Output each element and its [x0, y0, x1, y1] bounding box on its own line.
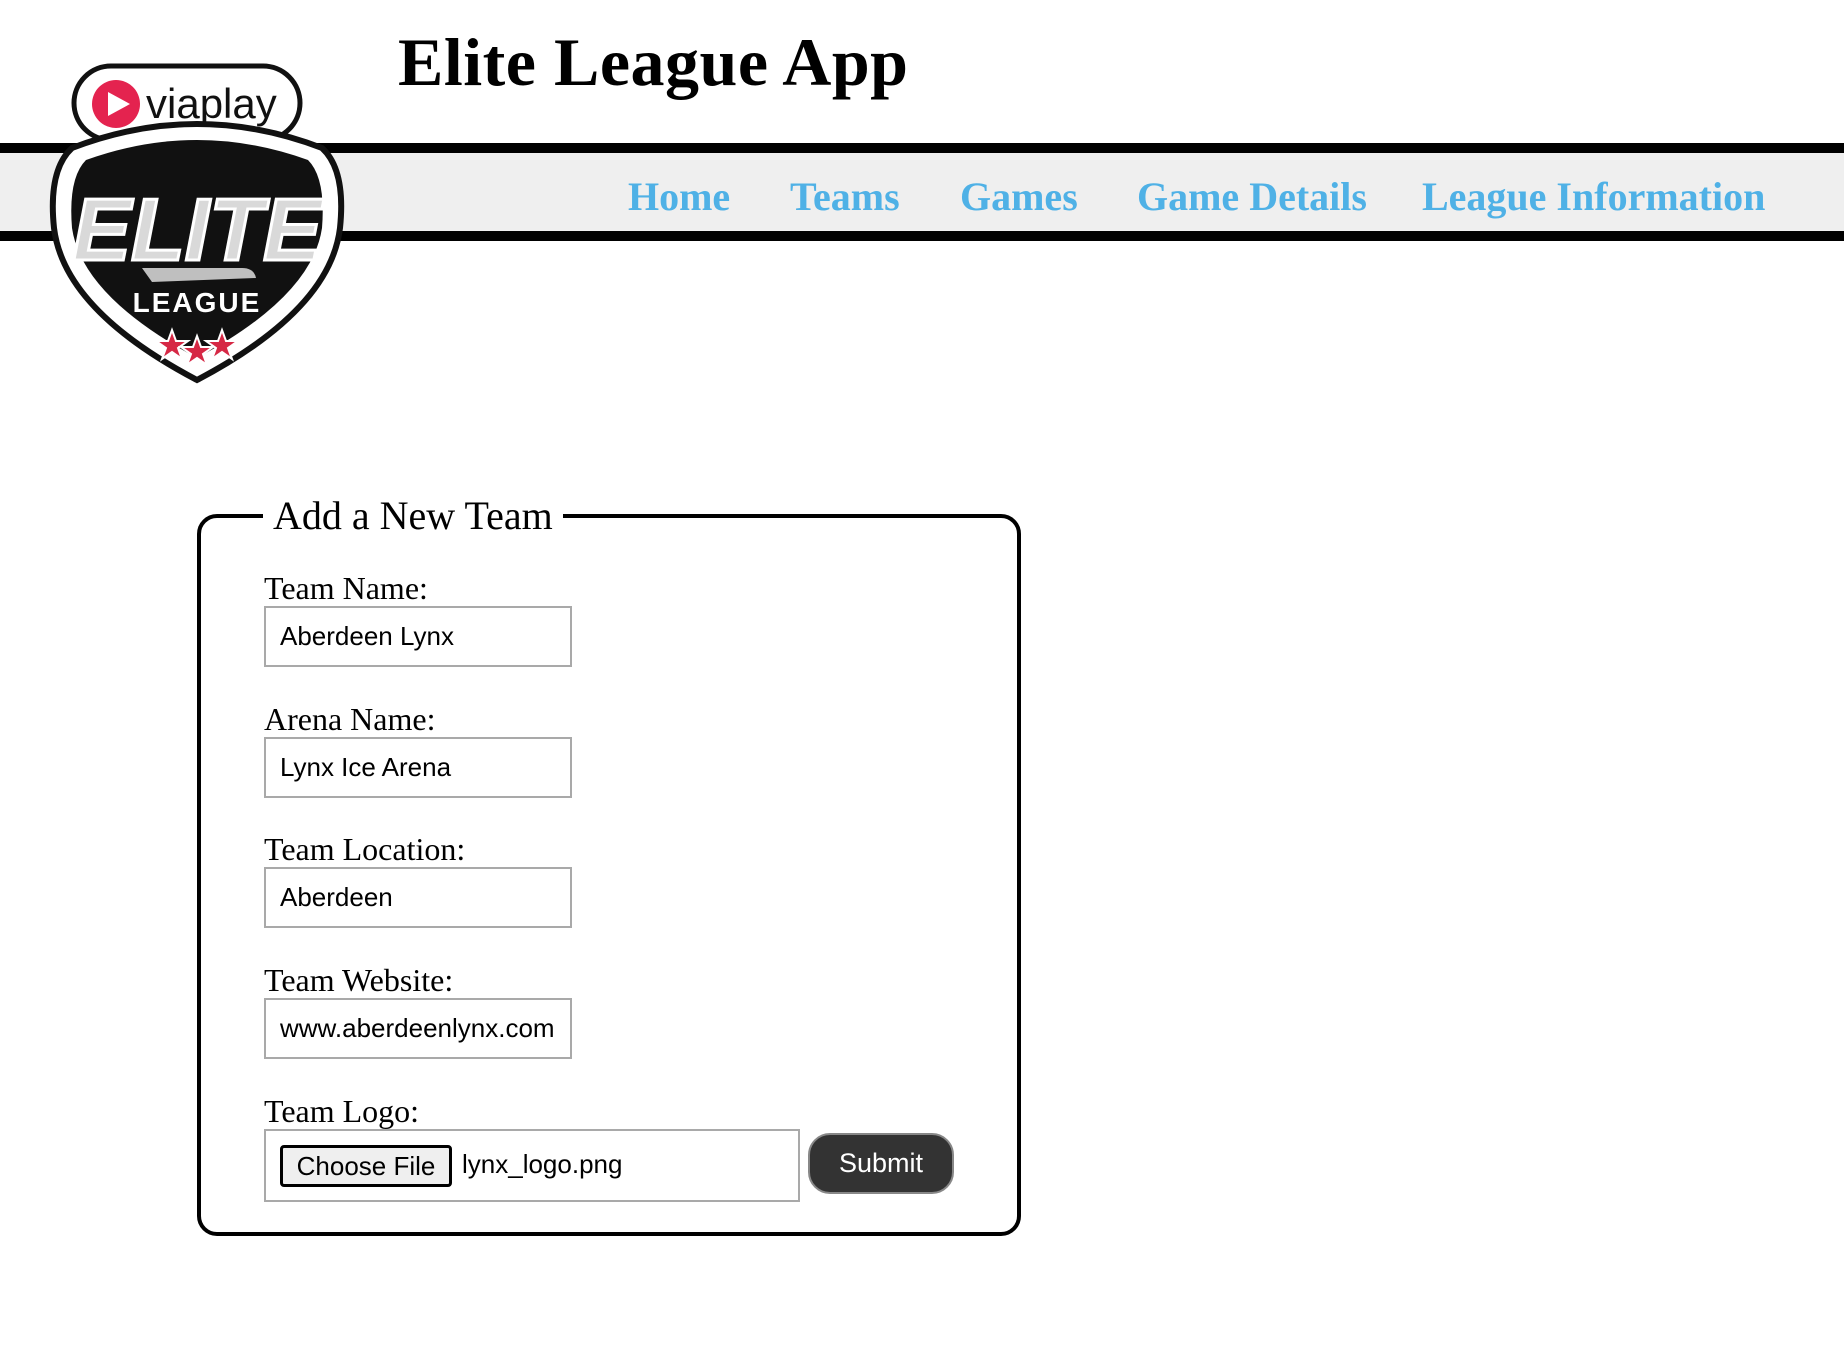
form-legend: Add a New Team: [273, 493, 553, 538]
choose-file-button[interactable]: Choose File: [280, 1145, 452, 1187]
nav-home-link[interactable]: Home: [628, 177, 730, 217]
team-website-label: Team Website:: [264, 962, 454, 998]
elite-league-logo-overlay: viaplay ELITE LEAGUE: [49, 63, 345, 384]
team-location-input[interactable]: [264, 867, 572, 928]
team-logo-label: Team Logo:: [264, 1093, 420, 1129]
nav-games-link[interactable]: Games: [960, 177, 1078, 217]
svg-text:LEAGUE: LEAGUE: [133, 287, 262, 318]
page: viaplay ELITE LEAGUE Elite League App Ho…: [0, 0, 1844, 1370]
team-name-label: Team Name:: [264, 570, 428, 606]
submit-button[interactable]: Submit: [808, 1133, 954, 1194]
team-logo-file-input[interactable]: Choose File lynx_logo.png: [264, 1129, 800, 1202]
arena-name-input[interactable]: [264, 737, 572, 798]
svg-text:viaplay: viaplay: [146, 80, 277, 127]
team-location-label: Team Location:: [264, 831, 466, 867]
svg-text:ELITE: ELITE: [72, 180, 324, 279]
team-name-input[interactable]: [264, 606, 572, 667]
nav-league-information-link[interactable]: League Information: [1422, 177, 1765, 217]
team-website-input[interactable]: [264, 998, 572, 1059]
nav-teams-link[interactable]: Teams: [790, 177, 900, 217]
arena-name-label: Arena Name:: [264, 701, 436, 737]
selected-file-name: lynx_logo.png: [462, 1149, 623, 1179]
nav-game-details-link[interactable]: Game Details: [1137, 177, 1367, 217]
app-title: Elite League App: [398, 24, 909, 100]
